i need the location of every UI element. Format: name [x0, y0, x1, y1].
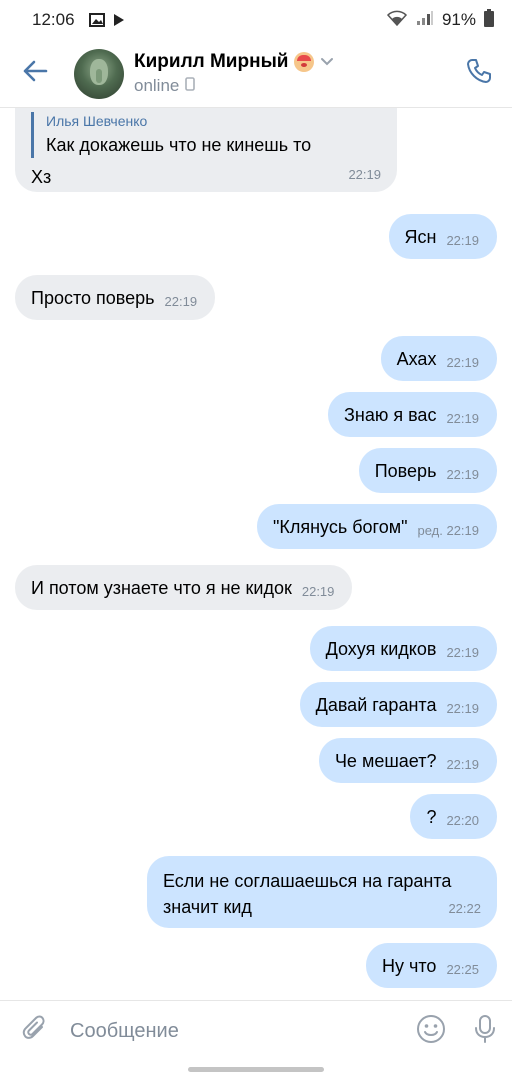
- message-bubble-out[interactable]: Поверь 22:19: [358, 448, 497, 493]
- microphone-icon: [474, 1014, 496, 1049]
- message-text: Ну что: [382, 955, 437, 976]
- play-icon: [113, 13, 125, 27]
- quoted-text: Как докажешь что не кинешь то: [46, 135, 312, 155]
- message-bubble-out[interactable]: Если не соглашаешься на гаранта значит к…: [147, 856, 497, 928]
- message-time: 22:25: [446, 961, 479, 977]
- message-time: 22:19: [446, 756, 479, 772]
- message-bubble-out[interactable]: Дохуя кидков 22:19: [309, 626, 497, 671]
- message-input[interactable]: [70, 1011, 404, 1052]
- message-time: 22:19: [446, 466, 479, 482]
- message-text: Если не соглашаешься на гаранта: [163, 871, 452, 891]
- message-text: значит кид: [163, 897, 252, 917]
- message-text: Просто поверь: [31, 287, 155, 308]
- message-bubble-out[interactable]: ? 22:20: [410, 794, 497, 839]
- message-time: 22:19: [164, 293, 198, 309]
- message-text: Знаю я вас: [344, 404, 437, 425]
- message-time: 22:19: [348, 167, 381, 182]
- chevron-down-icon[interactable]: [320, 57, 334, 67]
- message-edited-time: ред. 22:19: [417, 522, 479, 538]
- quoted-author: Илья Шевченко: [46, 113, 148, 129]
- quoted-reply[interactable]: Илья Шевченко Как докажешь что не кинешь…: [31, 112, 381, 158]
- message-bubble-in[interactable]: Просто поверь 22:19: [15, 275, 216, 320]
- message-time: 22:19: [446, 644, 479, 660]
- battery-icon: [484, 8, 494, 32]
- message-composer: [0, 1000, 512, 1062]
- home-indicator[interactable]: [188, 1067, 324, 1072]
- message-time: 22:22: [448, 901, 481, 916]
- contact-info[interactable]: Кирилл Мирный online: [134, 51, 334, 96]
- message-text: "Клянусь богом": [272, 516, 408, 537]
- emoji-button[interactable]: [404, 1001, 458, 1063]
- message-bubble-out[interactable]: "Клянусь богом" ред. 22:19: [256, 504, 497, 549]
- message-bubble-out[interactable]: Ясн 22:19: [388, 214, 497, 259]
- message-bubble-out[interactable]: Давай гаранта 22:19: [299, 682, 497, 727]
- message-text: Ахах: [396, 348, 437, 369]
- message-time: 22:19: [446, 232, 479, 248]
- wifi-icon: [386, 10, 408, 31]
- message-time: 22:20: [446, 812, 479, 828]
- message-text: И потом узнаете что я не кидок: [31, 577, 292, 598]
- message-text: ?: [426, 806, 437, 827]
- message-bubble-in[interactable]: Илья Шевченко Как докажешь что не кинешь…: [15, 108, 397, 192]
- voice-button[interactable]: [458, 1001, 512, 1063]
- message-time: 22:19: [446, 410, 479, 426]
- status-bar: 12:06 91%: [0, 0, 512, 40]
- message-text: Ясн: [404, 226, 437, 247]
- message-text: Че мешает?: [334, 750, 437, 771]
- message-bubble-out[interactable]: Ахах 22:19: [380, 336, 497, 381]
- back-button[interactable]: [0, 40, 70, 108]
- status-time: 12:06: [32, 10, 75, 29]
- attach-button[interactable]: [0, 1001, 70, 1063]
- signal-icon: [416, 10, 434, 31]
- message-text: Давай гаранта: [315, 694, 437, 715]
- message-time: 22:19: [446, 354, 479, 370]
- contact-name: Кирилл Мирный: [134, 51, 289, 72]
- message-bubble-out[interactable]: Ну что 22:25: [366, 943, 497, 988]
- message-bubble-in[interactable]: И потом узнаете что я не кидок 22:19: [15, 565, 353, 610]
- status-right: 91%: [386, 8, 494, 32]
- phone-icon: [465, 57, 493, 90]
- message-time: 22:19: [446, 700, 479, 716]
- call-button[interactable]: [446, 40, 512, 108]
- online-status: online: [134, 76, 180, 95]
- message-text: Хз: [31, 167, 52, 187]
- mobile-icon: [185, 76, 196, 96]
- message-text: Поверь: [374, 460, 437, 481]
- image-icon: [88, 13, 105, 27]
- battery-level: 91%: [441, 10, 476, 29]
- message-bubble-out[interactable]: Че мешает? 22:19: [318, 738, 497, 783]
- clown-emoji-icon: [294, 52, 315, 72]
- chat-header: Кирилл Мирный online: [0, 40, 512, 108]
- message-time: 22:19: [301, 583, 335, 599]
- paperclip-icon: [22, 1015, 48, 1048]
- avatar[interactable]: [74, 48, 124, 99]
- smile-icon: [416, 1014, 446, 1049]
- message-bubble-out[interactable]: Знаю я вас 22:19: [328, 392, 497, 437]
- message-list[interactable]: Илья Шевченко Как докажешь что не кинешь…: [0, 108, 512, 1000]
- message-text: Дохуя кидков: [325, 638, 437, 659]
- arrow-left-icon: [22, 60, 48, 87]
